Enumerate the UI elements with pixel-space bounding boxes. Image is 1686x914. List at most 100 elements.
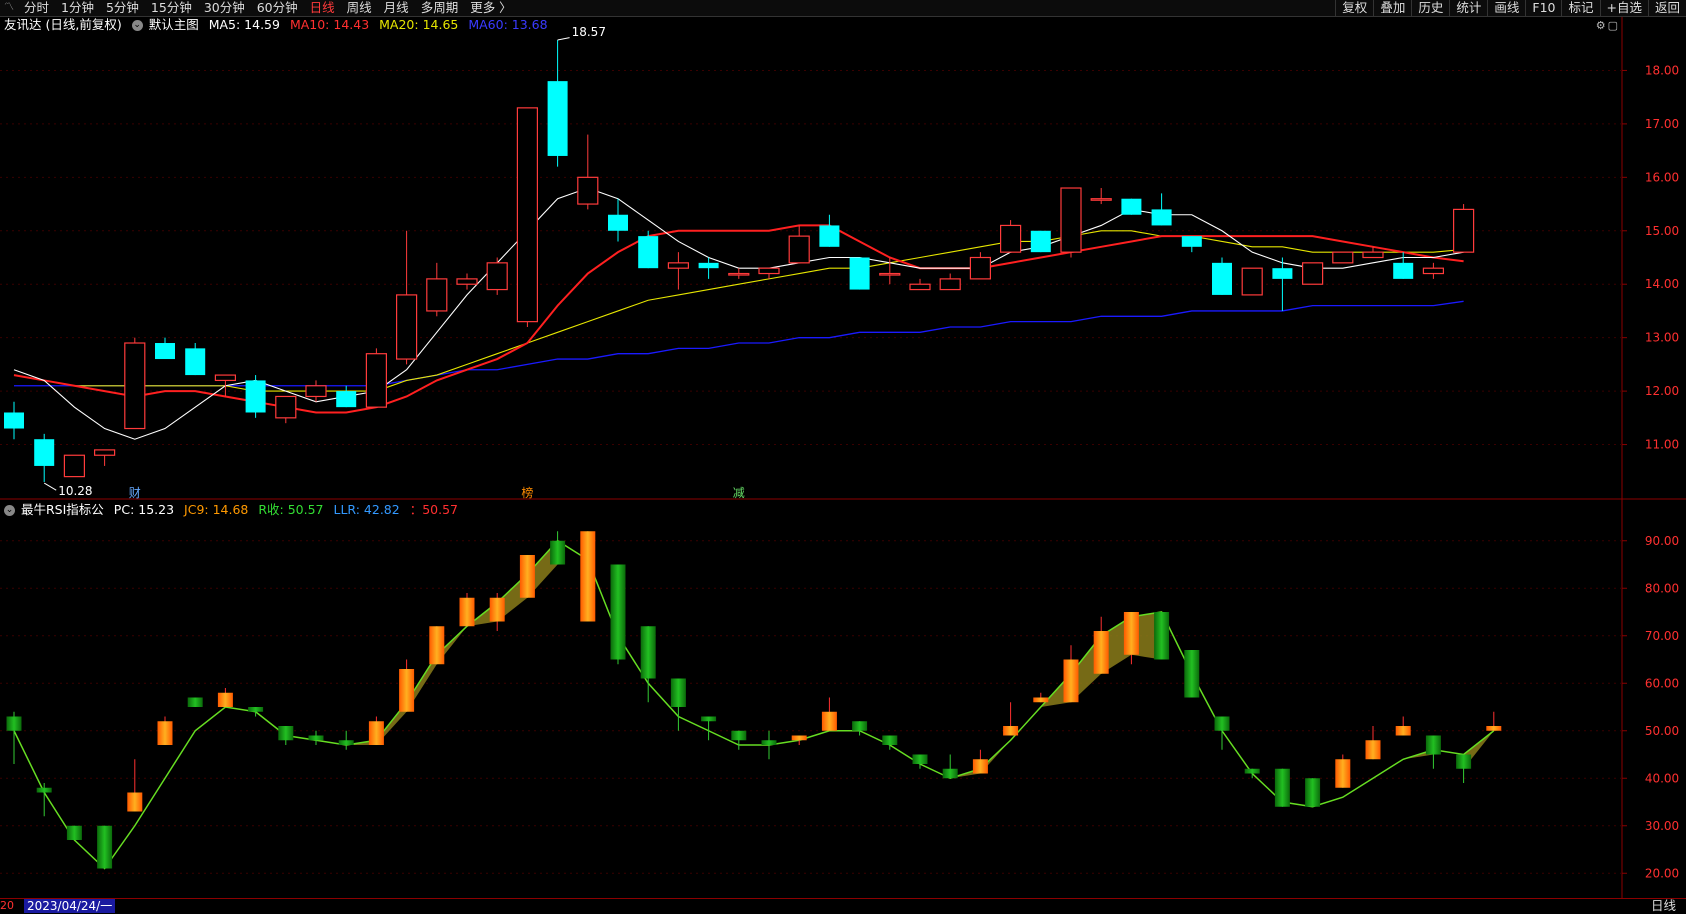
ma60-label: MA60: 13.68 bbox=[468, 17, 548, 32]
system-menu-icon[interactable]: 〽 bbox=[0, 0, 18, 16]
rsi-bar-34 bbox=[1033, 697, 1049, 703]
rsi-band-48 bbox=[1463, 730, 1494, 769]
maximize-icon[interactable]: ▢ bbox=[1608, 19, 1620, 32]
pc-label: PC: 15.23 bbox=[113, 502, 175, 517]
price-candle-11 bbox=[336, 391, 357, 408]
rsi-bar-16 bbox=[489, 597, 505, 622]
price-candle-8 bbox=[245, 380, 266, 413]
tab-3[interactable]: 15分钟 bbox=[145, 0, 198, 16]
tab-9[interactable]: 多周期 bbox=[415, 0, 465, 16]
toolbar-button-7[interactable]: +自选 bbox=[1599, 0, 1648, 16]
rsi-band-44 bbox=[1342, 778, 1373, 798]
price-candle-39 bbox=[1181, 236, 1202, 247]
price-candle-37 bbox=[1121, 198, 1142, 215]
indicator-title[interactable]: 最牛RSI指标公 bbox=[21, 502, 104, 517]
price-candle-7 bbox=[214, 374, 236, 382]
price-candle-13 bbox=[396, 294, 418, 360]
price-tick-label-6: 17.00 bbox=[1645, 117, 1679, 131]
rsi-band-32 bbox=[980, 740, 1011, 774]
rsi-bar-6 bbox=[187, 697, 203, 707]
price-candle-43 bbox=[1301, 262, 1324, 285]
chart-name[interactable]: 默认主图 bbox=[149, 17, 199, 32]
rsi-band-12 bbox=[376, 702, 407, 745]
price-tick-label-3: 14.00 bbox=[1645, 277, 1679, 291]
price-tick-label-1: 12.00 bbox=[1645, 384, 1679, 398]
rsi-band-33 bbox=[1010, 707, 1041, 741]
sub-chart-menu-icon[interactable]: ⌄ bbox=[4, 505, 15, 516]
rsi-band-5 bbox=[165, 730, 196, 779]
price-candle-5 bbox=[155, 343, 175, 360]
tab-1[interactable]: 1分钟 bbox=[55, 0, 100, 16]
tab-6[interactable]: 日线 bbox=[304, 0, 341, 16]
price-candle-10 bbox=[305, 385, 327, 398]
price-candle-48 bbox=[1452, 208, 1475, 253]
rsi-band-45 bbox=[1373, 759, 1404, 779]
price-candle-21 bbox=[638, 236, 659, 269]
event-marker-4: 减 bbox=[733, 486, 745, 500]
rsi-band-26 bbox=[799, 730, 830, 741]
annotation-pointer-0 bbox=[557, 37, 570, 41]
price-candle-14 bbox=[426, 278, 448, 312]
price-tick-label-2: 13.00 bbox=[1645, 331, 1679, 345]
toolbar-button-4[interactable]: 画线 bbox=[1487, 0, 1525, 16]
rsi-bar-43 bbox=[1305, 778, 1321, 807]
rsi-bar-30 bbox=[912, 754, 928, 764]
toolbar-button-0[interactable]: 复权 bbox=[1335, 0, 1373, 16]
price-chart[interactable]: 11.00 12.00 13.00 14.00 15.00 16.00 17.00 18.00… bbox=[0, 0, 1686, 913]
ma5-label: MA5: 14.59 bbox=[208, 17, 280, 32]
toolbar-button-1[interactable]: 叠加 bbox=[1373, 0, 1411, 16]
date-axis: 20 2023/04/24/一 日线 bbox=[0, 898, 1686, 914]
rsi-bar-19 bbox=[580, 531, 596, 622]
main-chart-menu-icon[interactable]: ⌄ bbox=[131, 20, 143, 31]
stock-title: 友讯达 (日线,前复权) bbox=[4, 17, 122, 32]
rsi-band-17 bbox=[527, 540, 558, 598]
llr-label: LLR: 42.82 bbox=[333, 502, 400, 517]
toolbar-button-8[interactable]: 返回 bbox=[1647, 0, 1686, 16]
rsi-bar-15 bbox=[459, 597, 475, 627]
rsi-bar-44 bbox=[1335, 759, 1351, 788]
rsi-band-3 bbox=[104, 825, 135, 869]
toolbar-button-2[interactable]: 历史 bbox=[1411, 0, 1449, 16]
price-candle-18 bbox=[547, 81, 568, 156]
rsi-band-11 bbox=[346, 740, 377, 745]
rsi-band-31 bbox=[950, 768, 981, 779]
rsi-bar-39 bbox=[1184, 650, 1200, 698]
window-tools[interactable]: ⚙▢ bbox=[1596, 19, 1620, 32]
tab-2[interactable]: 5分钟 bbox=[100, 0, 145, 16]
toolbar-button-5[interactable]: F10 bbox=[1525, 0, 1561, 16]
rsi-band-34 bbox=[1040, 673, 1071, 707]
toolbar-button-6[interactable]: 标记 bbox=[1561, 0, 1599, 16]
tab-5[interactable]: 60分钟 bbox=[251, 0, 304, 16]
rsi-bar-31 bbox=[942, 768, 958, 779]
rsi-band-16 bbox=[497, 574, 528, 622]
settings-icon[interactable]: ⚙ bbox=[1596, 19, 1608, 32]
right-toolbar: 复权 叠加 历史 统计 画线 F10 标记 +自选 返回 bbox=[1335, 0, 1686, 16]
price-candle-29 bbox=[879, 272, 901, 276]
tab-10[interactable]: 更多 〉 bbox=[464, 0, 517, 16]
rsi-tick-label-4: 60.00 bbox=[1645, 676, 1679, 690]
ma10-label: MA10: 14.43 bbox=[289, 17, 370, 32]
rsi-bar-49 bbox=[1486, 726, 1502, 731]
price-candle-44 bbox=[1332, 251, 1354, 264]
price-candle-31 bbox=[939, 278, 961, 291]
tab-0[interactable]: 分时 bbox=[18, 0, 55, 16]
price-candle-40 bbox=[1212, 262, 1232, 295]
price-candle-20 bbox=[608, 214, 628, 231]
period-label: 日线 bbox=[1650, 898, 1676, 913]
price-candle-25 bbox=[758, 267, 780, 275]
price-candle-9 bbox=[275, 395, 297, 419]
price-tick-label-5: 16.00 bbox=[1645, 170, 1679, 184]
tab-7[interactable]: 周线 bbox=[341, 0, 378, 16]
price-candle-22 bbox=[667, 262, 690, 269]
rsi-line bbox=[13, 539, 1495, 870]
price-candle-17 bbox=[516, 107, 539, 323]
rsi-band-4 bbox=[134, 778, 165, 826]
rsi-bar-7 bbox=[217, 692, 233, 707]
tab-4[interactable]: 30分钟 bbox=[198, 0, 251, 16]
rsi-bar-10 bbox=[308, 735, 324, 741]
toolbar-button-3[interactable]: 统计 bbox=[1449, 0, 1487, 16]
rsi-bar-35 bbox=[1063, 659, 1079, 703]
price-tick-label-0: 11.00 bbox=[1645, 438, 1679, 452]
rsi-tick-label-6: 80.00 bbox=[1645, 581, 1679, 595]
tab-8[interactable]: 月线 bbox=[378, 0, 415, 16]
